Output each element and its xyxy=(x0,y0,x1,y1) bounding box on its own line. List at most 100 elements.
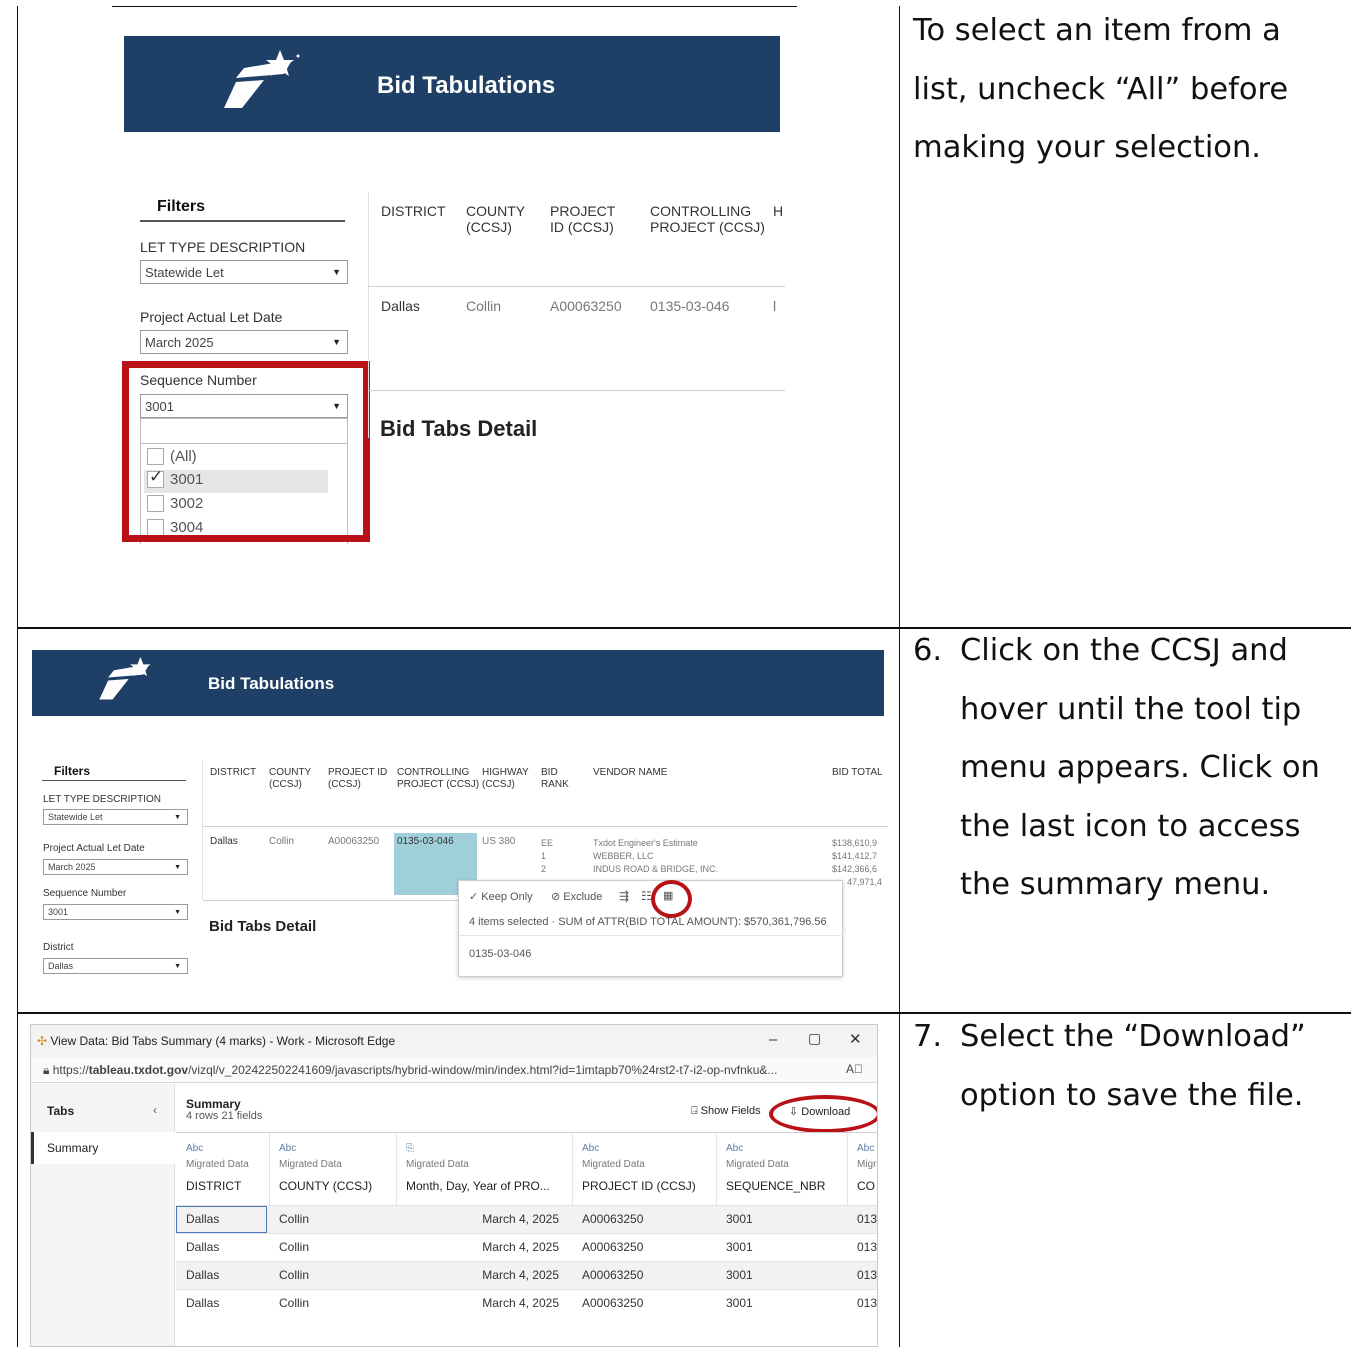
let-type-label: LET TYPE DESCRIPTION xyxy=(140,239,306,255)
header-rule xyxy=(203,826,888,827)
column-header[interactable]: PROJECT ID (CCSJ) xyxy=(582,1179,696,1193)
district-label: District xyxy=(43,942,74,953)
table-cell[interactable]: Dallas xyxy=(186,1296,219,1310)
check-icon: ✓ xyxy=(469,891,482,903)
table-cell[interactable]: Collin xyxy=(279,1212,309,1226)
summary-title: Summary xyxy=(186,1097,241,1111)
table-left-divider xyxy=(368,192,369,438)
tooltip-rule xyxy=(459,935,844,936)
column-type-icon: Abc xyxy=(582,1143,600,1154)
header-project-id: PROJECT ID (CCSJ) xyxy=(328,767,388,790)
keep-only-button[interactable]: ✓ Keep Only xyxy=(469,890,533,903)
let-type-dropdown[interactable]: Statewide Let ▼ xyxy=(43,809,188,825)
url-domain: tableau.txdot.gov xyxy=(88,1063,189,1077)
table-cell[interactable]: A00063250 xyxy=(582,1296,643,1310)
cell-total-1: $138,610,9 xyxy=(832,838,878,848)
cell-rank-2: 1 xyxy=(541,851,547,861)
tooltip-selection-text: 4 items selected · SUM of ATTR(BID TOTAL… xyxy=(469,916,827,928)
tabs-label: Tabs xyxy=(47,1104,75,1118)
table-cell[interactable]: 3001 xyxy=(726,1296,753,1310)
column-divider xyxy=(269,1133,270,1205)
tooltip-value: 0135-03-046 xyxy=(469,948,532,960)
district-value: Dallas xyxy=(48,961,74,971)
table-cell[interactable]: March 4, 2025 xyxy=(482,1296,559,1310)
cell-highway: US 380 xyxy=(482,836,516,847)
column-header[interactable]: SEQUENCE_NBR xyxy=(726,1179,825,1193)
exclude-button[interactable]: ⊘ Exclude xyxy=(551,890,602,903)
group-icon[interactable]: ⇶ xyxy=(619,889,629,903)
sequence-label: Sequence Number xyxy=(43,888,127,899)
show-fields-button[interactable]: ⍈ Show Fields xyxy=(691,1105,761,1118)
maximize-icon[interactable]: ▢ xyxy=(808,1030,821,1047)
header-controlling: CONTROLLING PROJECT (CCSJ) xyxy=(650,203,765,236)
table-cell[interactable]: A00063250 xyxy=(582,1240,643,1254)
column-source: Migrated Data xyxy=(726,1159,789,1170)
table-cell[interactable]: March 4, 2025 xyxy=(482,1268,559,1282)
table-cell[interactable]: Collin xyxy=(279,1268,309,1282)
cell-controlling[interactable]: 0135-03-046 xyxy=(397,836,454,847)
sequence-value: 3001 xyxy=(48,907,69,917)
table-cell[interactable]: Dallas xyxy=(186,1240,219,1254)
highlight-box xyxy=(122,361,370,542)
table-cell[interactable]: 3001 xyxy=(726,1268,753,1282)
table-cell[interactable]: 3001 xyxy=(726,1212,753,1226)
step-text: Click on the CCSJ and hover until the to… xyxy=(960,633,1320,902)
table-cell[interactable]: Collin xyxy=(279,1240,309,1254)
url-prefix: https:// xyxy=(52,1063,89,1077)
table-cell[interactable]: 013 xyxy=(857,1268,877,1282)
table-cell[interactable]: 013 xyxy=(857,1240,877,1254)
column-header[interactable]: CO xyxy=(857,1179,875,1193)
detail-rule xyxy=(203,900,458,901)
chevron-down-icon: ▼ xyxy=(332,267,341,277)
column-header[interactable]: DISTRICT xyxy=(186,1179,241,1193)
table-cell[interactable]: March 4, 2025 xyxy=(482,1240,559,1254)
header-bid-total: BID TOTAL xyxy=(832,767,883,778)
column-divider xyxy=(716,1133,717,1205)
summary-subtitle: 4 rows 21 fields xyxy=(186,1110,263,1122)
filters-title: Filters xyxy=(157,198,206,215)
cell-project-id: A00063250 xyxy=(328,836,380,847)
exclude-label: Exclude xyxy=(563,891,603,903)
table-cell[interactable]: 013 xyxy=(857,1296,877,1310)
detail-rule xyxy=(368,390,785,391)
table-cell[interactable]: A00063250 xyxy=(582,1268,643,1282)
let-type-value: Statewide Let xyxy=(48,812,103,822)
read-aloud-icon[interactable]: A᪲ xyxy=(846,1062,863,1076)
step-number: 6. xyxy=(913,633,943,668)
table-cell[interactable]: 013 xyxy=(857,1212,877,1226)
column-divider xyxy=(396,1133,397,1205)
column-header[interactable]: COUNTY (CCSJ) xyxy=(279,1179,372,1193)
screenshot-tooltip-menu: Bid Tabulations Filters LET TYPE DESCRIP… xyxy=(32,650,888,982)
cell-district: Dallas xyxy=(381,298,420,314)
column-source: Migrated Data xyxy=(186,1159,249,1170)
table-cell[interactable]: Dallas xyxy=(186,1268,219,1282)
table-border-top xyxy=(112,6,797,7)
cell-project-id: A00063250 xyxy=(550,298,622,314)
collapse-sidebar-icon[interactable]: ‹ xyxy=(153,1103,157,1117)
detail-title: Bid Tabs Detail xyxy=(380,416,538,441)
summary-tab[interactable]: Summary xyxy=(47,1141,98,1155)
table-cell[interactable]: Collin xyxy=(279,1296,309,1310)
let-date-dropdown[interactable]: March 2025 ▼ xyxy=(43,859,188,875)
chevron-down-icon: ▼ xyxy=(174,863,181,871)
table-cell[interactable]: 3001 xyxy=(726,1240,753,1254)
table-border-left xyxy=(17,6,18,1347)
let-type-value: Statewide Let xyxy=(145,264,224,280)
app-icon: ✣ xyxy=(37,1034,51,1048)
let-date-dropdown[interactable]: March 2025 ▼ xyxy=(140,330,348,354)
close-icon[interactable]: ✕ xyxy=(849,1030,862,1048)
column-type-icon: Abc xyxy=(186,1143,204,1154)
cell-vendor-3: INDUS ROAD & BRIDGE, INC. xyxy=(593,864,719,874)
sequence-dropdown[interactable]: 3001 ▼ xyxy=(43,904,188,920)
cell-rank-1: EE xyxy=(541,838,554,848)
show-fields-icon: ⍈ xyxy=(691,1105,701,1117)
detail-title: Bid Tabs Detail xyxy=(209,918,317,935)
district-dropdown[interactable]: Dallas ▼ xyxy=(43,958,188,974)
let-type-dropdown[interactable]: Statewide Let ▼ xyxy=(140,260,348,284)
column-header[interactable]: Month, Day, Year of PRO... xyxy=(406,1179,550,1193)
cell-controlling[interactable]: 0135-03-046 xyxy=(650,298,729,314)
cell-district: Dallas xyxy=(210,836,238,847)
table-cell[interactable]: March 4, 2025 xyxy=(482,1212,559,1226)
table-cell[interactable]: A00063250 xyxy=(582,1212,643,1226)
minimize-icon[interactable]: – xyxy=(769,1031,777,1048)
